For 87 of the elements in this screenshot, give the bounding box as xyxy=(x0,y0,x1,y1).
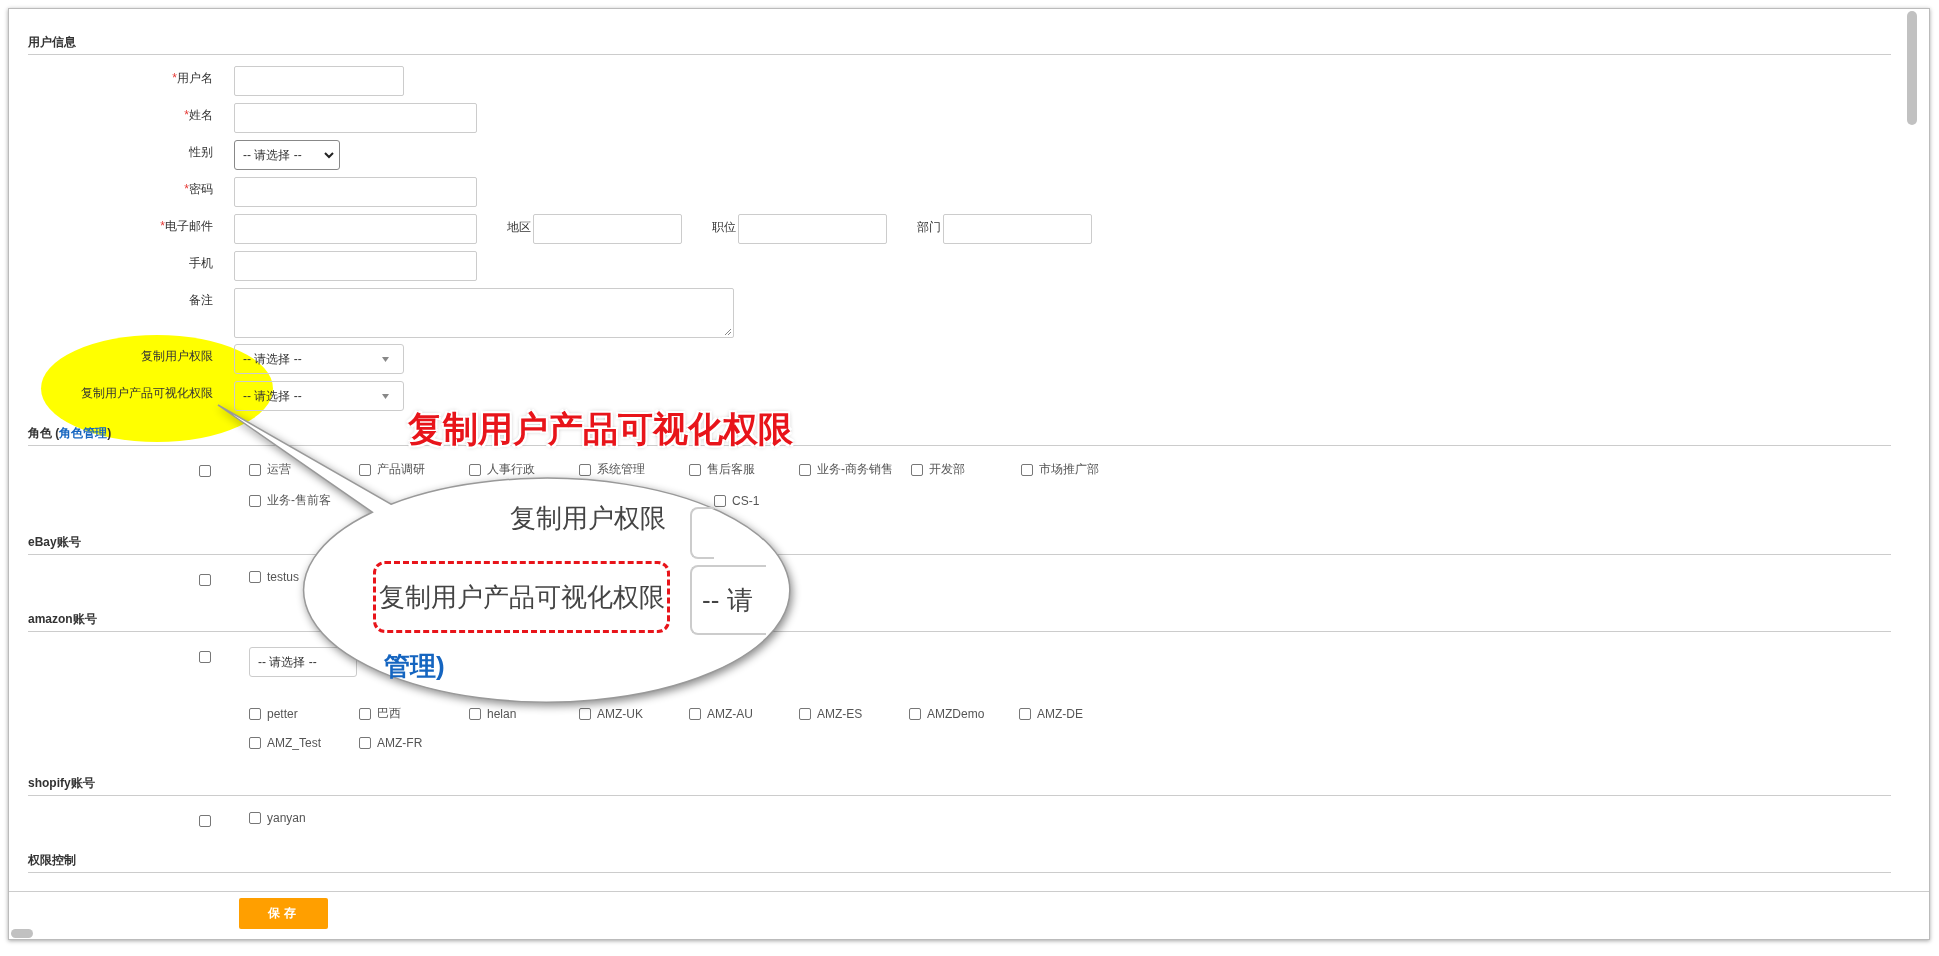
input-field[interactable] xyxy=(943,214,1092,244)
checkbox-label: 开发部 xyxy=(929,461,965,478)
checkbox-label: 市场推广部 xyxy=(1039,461,1099,478)
checkbox[interactable] xyxy=(249,737,261,749)
section-title: shopify账号 xyxy=(28,774,95,792)
checkbox[interactable] xyxy=(1021,463,1033,476)
checkbox-label: petter xyxy=(267,706,298,721)
checkbox[interactable] xyxy=(469,463,481,476)
checkbox-label: 系统管理 xyxy=(597,461,645,478)
checkbox[interactable] xyxy=(249,812,261,824)
checkbox-label: AMZ_Test xyxy=(267,736,321,750)
checkbox[interactable] xyxy=(199,815,211,827)
field-label: *电子邮件 xyxy=(160,218,213,235)
section-title-end: ) xyxy=(107,426,112,440)
field-label: *密码 xyxy=(184,181,213,198)
section-title: 用户信息 xyxy=(28,33,76,51)
annotation-caption: 复制用户产品可视化权限 xyxy=(408,408,793,450)
checkbox-label: CS-1 xyxy=(732,493,760,508)
scrollbar-thumb[interactable] xyxy=(11,929,33,938)
checkbox[interactable] xyxy=(909,707,921,720)
chevron-down-icon xyxy=(324,151,334,159)
checkbox[interactable] xyxy=(799,707,811,720)
checkbox[interactable] xyxy=(359,463,371,476)
section-title: eBay账号 xyxy=(28,533,81,551)
checkbox-label: 巴西 xyxy=(377,705,401,722)
field-label: 手机 xyxy=(189,255,213,272)
checkbox[interactable] xyxy=(249,707,261,720)
checkbox-label: 售后客服 xyxy=(707,461,755,478)
select-field[interactable]: -- 请选择 -- xyxy=(234,140,340,170)
field-label: 备注 xyxy=(189,292,213,309)
checkbox-label: 运营 xyxy=(267,461,291,478)
caret-icon xyxy=(382,356,389,362)
resize-grip-icon[interactable] xyxy=(724,328,732,336)
checkbox[interactable] xyxy=(469,707,481,720)
checkbox[interactable] xyxy=(199,465,211,477)
checkbox-label: yanyan xyxy=(267,811,306,825)
input-field[interactable] xyxy=(234,66,404,96)
checkbox[interactable] xyxy=(799,463,811,476)
input-field[interactable] xyxy=(234,103,477,133)
checkbox[interactable] xyxy=(689,463,701,476)
checkbox-label: 业务-商务销售 xyxy=(817,461,893,478)
checkbox-label: 产品调研 xyxy=(377,461,425,478)
input-field[interactable] xyxy=(738,214,887,244)
textarea-field[interactable] xyxy=(234,288,734,338)
checkbox-label: 人事行政 xyxy=(487,461,535,478)
checkbox[interactable] xyxy=(199,651,211,663)
field-label: *姓名 xyxy=(184,107,213,124)
input-field[interactable] xyxy=(234,251,477,281)
field-label: 复制用户产品可视化权限 xyxy=(81,385,213,402)
checkbox[interactable] xyxy=(249,571,261,583)
select-field[interactable]: -- 请选择 -- xyxy=(234,344,404,374)
checkbox[interactable] xyxy=(579,463,591,476)
input-field[interactable] xyxy=(234,177,477,207)
checkbox-label: AMZ-DE xyxy=(1037,706,1083,721)
scrollbar-thumb[interactable] xyxy=(1907,11,1917,125)
checkbox[interactable] xyxy=(911,463,923,476)
input-field[interactable] xyxy=(533,214,682,244)
checkbox-label: testus xyxy=(267,570,299,584)
field-label: *用户名 xyxy=(172,70,213,87)
checkbox[interactable] xyxy=(689,707,701,720)
checkbox[interactable] xyxy=(359,707,371,720)
checkbox[interactable] xyxy=(199,574,211,586)
section-title: amazon账号 xyxy=(28,610,97,628)
checkbox[interactable] xyxy=(249,463,261,476)
checkbox-label: AMZ-AU xyxy=(707,706,753,721)
section-title: 角色 ( xyxy=(28,424,60,442)
checkbox[interactable] xyxy=(359,737,371,749)
magnified-label: 复制用户产品可视化权限 xyxy=(378,580,665,614)
checkbox-label: helan xyxy=(487,706,517,721)
field-label: 部门 xyxy=(917,219,941,236)
checkbox[interactable] xyxy=(249,494,261,507)
checkbox-label: AMZDemo xyxy=(927,706,985,721)
checkbox[interactable] xyxy=(714,494,726,507)
checkbox-label: AMZ-UK xyxy=(597,706,643,721)
magnified-label: 复制用户权限 xyxy=(510,502,666,535)
checkbox-label: AMZ-FR xyxy=(377,736,423,750)
field-label: 复制用户权限 xyxy=(141,348,213,365)
checkbox[interactable] xyxy=(579,707,591,720)
caret-icon xyxy=(382,393,389,399)
checkbox-label: AMZ-ES xyxy=(817,706,863,721)
section-title: 权限控制 xyxy=(28,851,76,869)
input-field[interactable] xyxy=(234,214,477,244)
field-label: 地区 xyxy=(507,219,531,236)
field-label: 性别 xyxy=(189,144,213,161)
checkbox-label: 业务-售前客 xyxy=(267,492,331,509)
field-label: 职位 xyxy=(712,219,736,236)
checkbox[interactable] xyxy=(1019,707,1031,720)
